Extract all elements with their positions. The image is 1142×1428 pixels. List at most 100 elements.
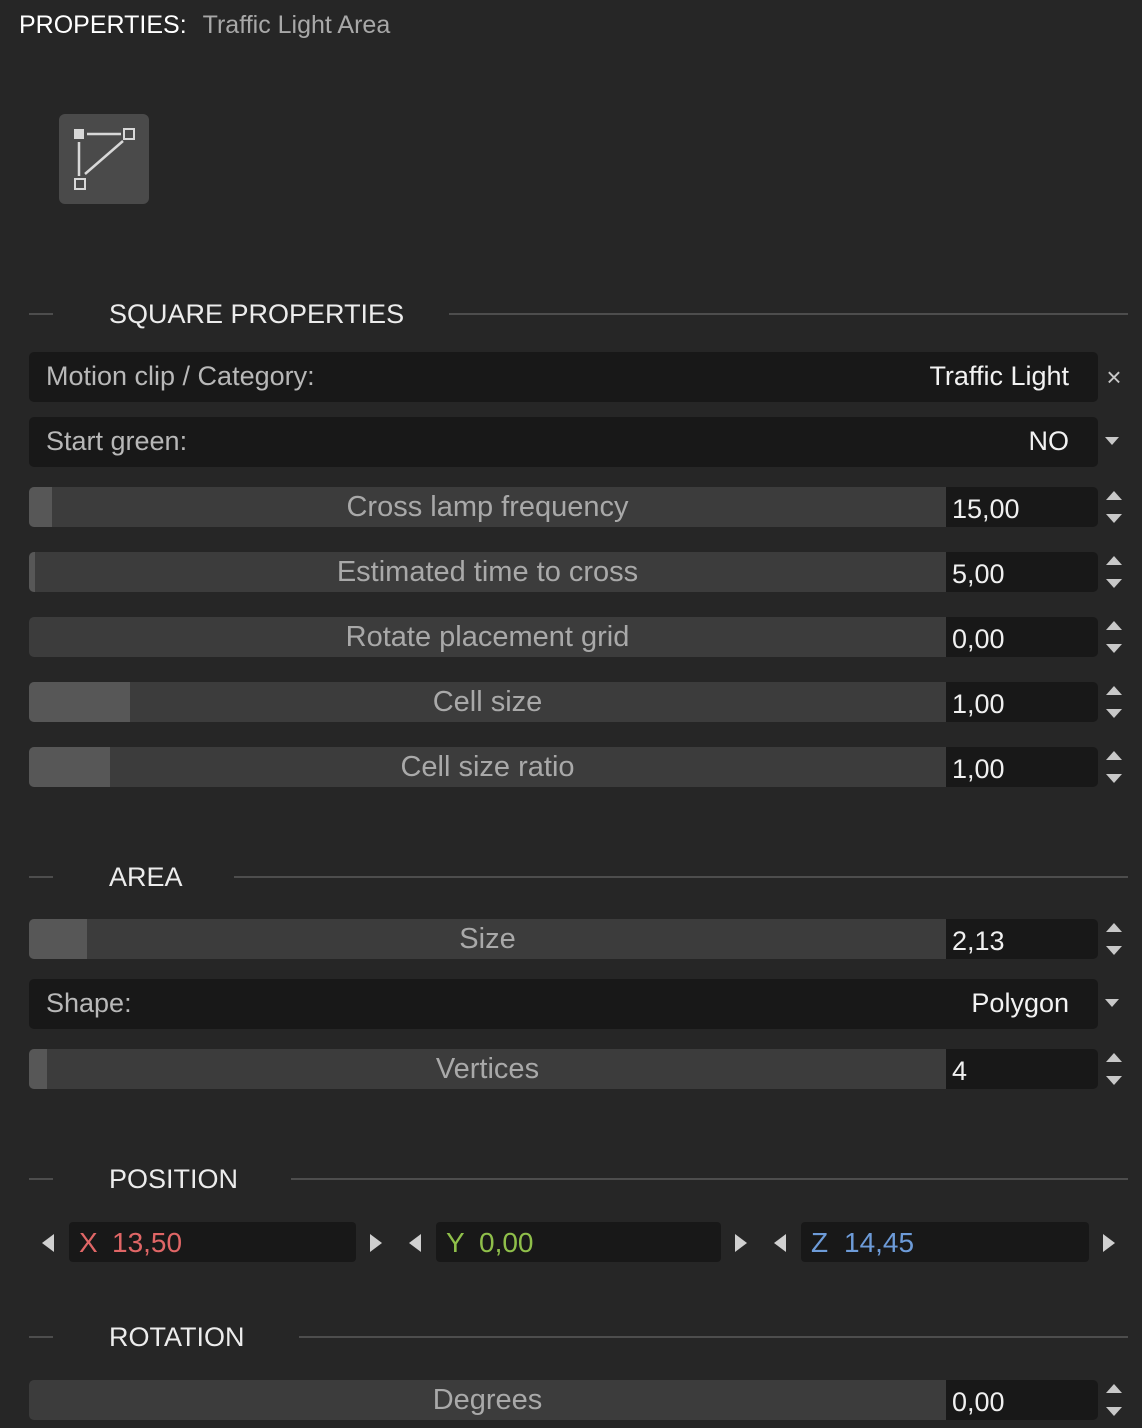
field-value: Polygon (971, 988, 1069, 1018)
number-value: 5,00 (952, 559, 1005, 589)
section-position: POSITION (29, 1164, 1128, 1194)
section-title: ROTATION (109, 1322, 245, 1352)
spin-down-icon[interactable] (1106, 644, 1122, 653)
decrement-y-icon[interactable] (409, 1234, 421, 1252)
field-label: Shape: (46, 988, 132, 1018)
axis-value-y: 0,00 (479, 1227, 534, 1258)
section-divider (449, 313, 1128, 315)
spinner[interactable] (1106, 554, 1122, 590)
spin-down-icon[interactable] (1106, 1407, 1122, 1416)
increment-z-icon[interactable] (1103, 1234, 1115, 1252)
spin-down-icon[interactable] (1106, 579, 1122, 588)
spinner[interactable] (1106, 921, 1122, 957)
spinner[interactable] (1106, 489, 1122, 525)
section-divider (29, 876, 53, 878)
increment-y-icon[interactable] (735, 1234, 747, 1252)
slider-cell-size[interactable]: Cell size 1,00 (29, 682, 1098, 722)
slider-vertices[interactable]: Vertices 4 (29, 1049, 1098, 1089)
decrement-x-icon[interactable] (42, 1234, 54, 1252)
number-value: 15,00 (952, 494, 1020, 524)
slider-cell-size-ratio[interactable]: Cell size ratio 1,00 (29, 747, 1098, 787)
slider-label: Rotate placement grid (345, 621, 630, 653)
spin-down-icon[interactable] (1106, 946, 1122, 955)
number-value: 0,00 (952, 624, 1005, 654)
decrement-z-icon[interactable] (774, 1234, 786, 1252)
section-divider (299, 1336, 1128, 1338)
section-rotation: ROTATION (29, 1322, 1128, 1352)
spin-up-icon[interactable] (1106, 556, 1122, 565)
spin-up-icon[interactable] (1106, 751, 1122, 760)
chevron-down-icon[interactable] (1105, 437, 1119, 445)
increment-x-icon[interactable] (370, 1234, 382, 1252)
panel-title: PROPERTIES: (19, 10, 187, 39)
position-x-field[interactable]: X 13,50 (69, 1222, 356, 1262)
slider-rotate-placement-grid[interactable]: Rotate placement grid 0,00 (29, 617, 1098, 657)
spin-down-icon[interactable] (1106, 1076, 1122, 1085)
number-input[interactable]: 0,00 (946, 1380, 1098, 1420)
section-divider (29, 1336, 53, 1338)
spinner[interactable] (1106, 619, 1122, 655)
axis-value-z: 14,45 (844, 1227, 915, 1258)
spin-down-icon[interactable] (1106, 514, 1122, 523)
spin-down-icon[interactable] (1106, 709, 1122, 718)
spin-up-icon[interactable] (1106, 923, 1122, 932)
shape-dropdown[interactable]: Shape: Polygon (29, 979, 1098, 1029)
slider-label: Degrees (432, 1384, 543, 1416)
panel-header: PROPERTIES: Traffic Light Area (19, 10, 390, 40)
section-title: AREA (109, 862, 183, 892)
motion-clip-category-field[interactable]: Motion clip / Category: Traffic Light (29, 352, 1098, 402)
slider-label: Cell size ratio (400, 751, 575, 783)
spin-up-icon[interactable] (1106, 1384, 1122, 1393)
spinner[interactable] (1106, 684, 1122, 720)
position-z-field[interactable]: Z 14,45 (801, 1222, 1089, 1262)
slider-degrees[interactable]: Degrees 0,00 (29, 1380, 1098, 1420)
polygon-edit-button[interactable] (59, 114, 149, 204)
spin-up-icon[interactable] (1106, 686, 1122, 695)
number-input[interactable]: 15,00 (946, 487, 1098, 527)
slider-label: Size (459, 923, 516, 955)
spin-up-icon[interactable] (1106, 491, 1122, 500)
number-value: 4 (952, 1056, 968, 1086)
slider-label: Cross lamp frequency (346, 491, 629, 523)
slider-size[interactable]: Size 2,13 (29, 919, 1098, 959)
number-value: 1,00 (952, 689, 1005, 719)
field-value: Traffic Light (929, 361, 1069, 391)
number-input[interactable]: 2,13 (946, 919, 1098, 959)
slider-estimated-time-to-cross[interactable]: Estimated time to cross 5,00 (29, 552, 1098, 592)
slider-label: Vertices (435, 1053, 540, 1085)
slider-label: Cell size (432, 686, 543, 718)
object-name: Traffic Light Area (202, 10, 391, 39)
number-value: 2,13 (952, 926, 1005, 956)
slider-cross-lamp-frequency[interactable]: Cross lamp frequency 15,00 (29, 487, 1098, 527)
field-value: NO (1028, 426, 1070, 456)
number-input[interactable]: 1,00 (946, 682, 1098, 722)
axis-value-x: 13,50 (112, 1227, 183, 1258)
field-label: Motion clip / Category: (46, 361, 315, 391)
spinner[interactable] (1106, 1382, 1122, 1418)
section-area: AREA (29, 862, 1128, 892)
polygon-edit-icon (74, 128, 135, 190)
number-input[interactable]: 5,00 (946, 552, 1098, 592)
axis-label-z: Z (811, 1227, 829, 1258)
chevron-down-icon[interactable] (1105, 999, 1119, 1007)
spinner[interactable] (1106, 1051, 1122, 1087)
start-green-dropdown[interactable]: Start green: NO (29, 417, 1098, 467)
number-value: 0,00 (952, 1387, 1005, 1417)
slider-label: Estimated time to cross (336, 556, 639, 588)
spinner[interactable] (1106, 749, 1122, 785)
number-input[interactable]: 0,00 (946, 617, 1098, 657)
position-y-field[interactable]: Y 0,00 (436, 1222, 721, 1262)
section-title: SQUARE PROPERTIES (109, 299, 405, 329)
spin-up-icon[interactable] (1106, 621, 1122, 630)
clear-icon[interactable]: × (1102, 362, 1126, 392)
number-input[interactable]: 1,00 (946, 747, 1098, 787)
section-title: POSITION (109, 1164, 239, 1194)
section-square-properties: SQUARE PROPERTIES (29, 299, 1128, 329)
field-label: Start green: (46, 426, 188, 456)
spin-down-icon[interactable] (1106, 774, 1122, 783)
section-divider (234, 876, 1128, 878)
section-divider (29, 1178, 53, 1180)
number-input[interactable]: 4 (946, 1049, 1098, 1089)
axis-label-x: X (79, 1227, 98, 1258)
spin-up-icon[interactable] (1106, 1053, 1122, 1062)
